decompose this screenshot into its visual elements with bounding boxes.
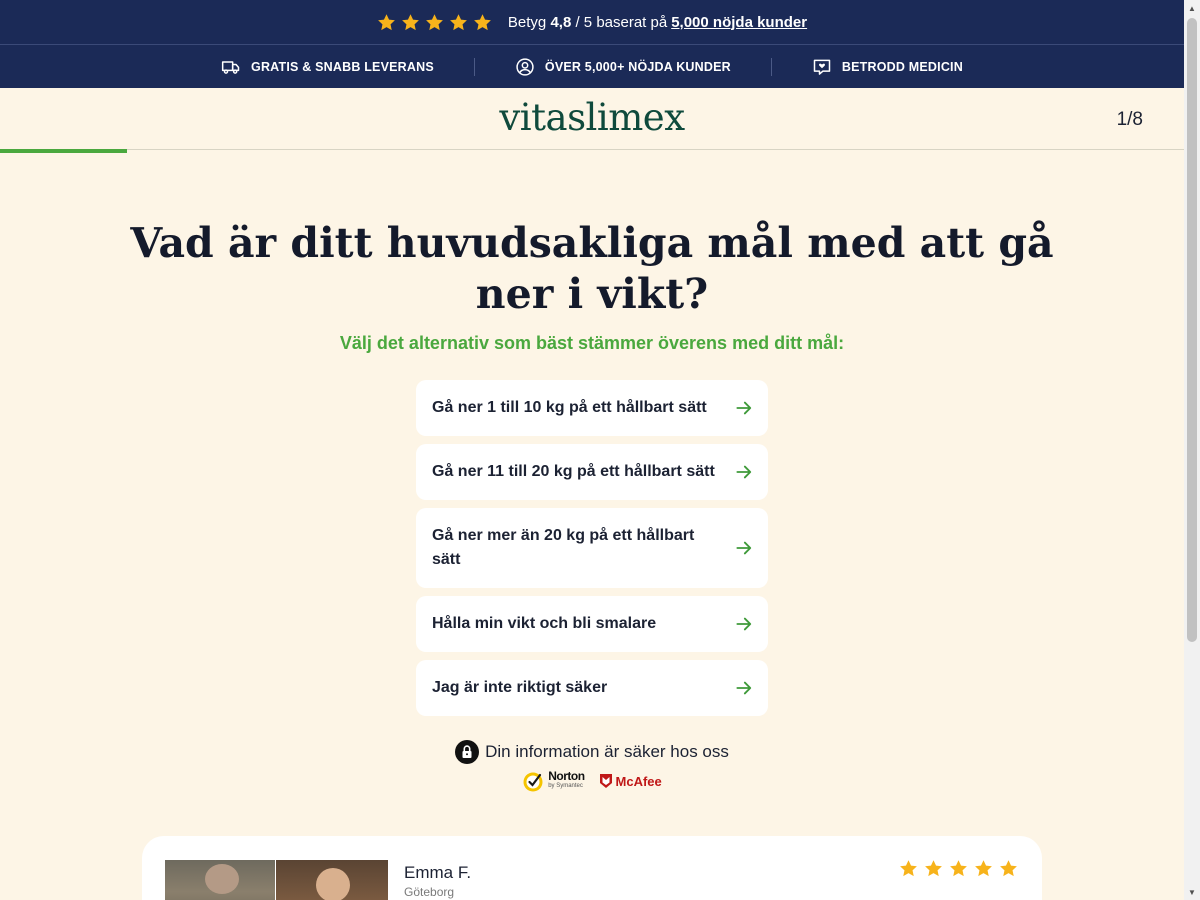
answer-options: Gå ner 1 till 10 kg på ett hållbart sätt… (416, 380, 768, 716)
customers-link[interactable]: 5,000 nöjda kunder (671, 14, 807, 31)
user-circle-icon (516, 57, 534, 76)
feature-customers-label: ÖVER 5,000+ NÖJDA KUNDER (544, 59, 731, 74)
option-label: Jag är inte riktigt säker (432, 679, 608, 696)
star-icon (975, 860, 992, 877)
scroll-down-arrow-icon[interactable]: ▼ (1184, 884, 1200, 900)
scrollbar[interactable]: ▲ ▼ (1184, 0, 1200, 900)
truck-icon (221, 60, 240, 74)
rating-score: 4,8 (550, 13, 572, 31)
star-icon (378, 13, 395, 30)
heart-message-icon (813, 59, 831, 75)
feature-medicine-label: BETRODD MEDICIN (841, 59, 963, 74)
trust-badges: Norton by Symantec McAfee (0, 769, 1184, 793)
option-label: Gå ner 11 till 20 kg på ett hållbart sät… (432, 463, 715, 480)
feature-separator (770, 57, 772, 76)
star-icon (402, 13, 419, 30)
star-icon (426, 13, 443, 30)
norton-badge: Norton by Symantec (522, 769, 585, 793)
norton-text: Norton by Symantec (548, 769, 585, 791)
security-notice: Din information är säker hos oss (0, 740, 1184, 764)
lock-icon (455, 740, 480, 764)
features-bar: GRATIS & SNABB LEVERANS ÖVER 5,000+ NÖJD… (0, 45, 1184, 88)
progress-bar (0, 149, 127, 153)
rating-suffix: / 5 baserat på (575, 13, 668, 31)
option-11-20kg[interactable]: Gå ner 11 till 20 kg på ett hållbart sät… (416, 444, 768, 500)
scroll-up-arrow-icon[interactable]: ▲ (1184, 0, 1200, 16)
norton-sub: by Symantec (548, 783, 583, 789)
reviewer-city: Göteborg (404, 885, 455, 899)
review-stars (899, 859, 1018, 878)
option-1-10kg[interactable]: Gå ner 1 till 10 kg på ett hållbart sätt (416, 380, 768, 436)
question-title: Vad är ditt huvudsakliga mål med att gå … (130, 219, 1054, 318)
logo[interactable]: vitaslimex (0, 96, 1184, 139)
feature-delivery: GRATIS & SNABB LEVERANS (221, 57, 434, 77)
mcafee-name: McAfee (615, 773, 662, 789)
arrow-right-icon (736, 541, 752, 555)
question-subtitle: Välj det alternativ som bäst stämmer öve… (339, 333, 845, 353)
rating-text: Betyg 4,8 / 5 baserat på (508, 14, 667, 31)
option-label: Gå ner 1 till 10 kg på ett hållbart sätt (432, 399, 707, 416)
mcafee-shield-icon (599, 774, 612, 788)
arrow-right-icon (736, 617, 752, 631)
arrow-right-icon (736, 465, 752, 479)
star-icon (474, 13, 491, 30)
review-card: Emma F. Göteborg (142, 836, 1042, 900)
option-label: Gå ner mer än 20 kg på ett hållbart sätt (432, 527, 695, 568)
star-icon (450, 13, 467, 30)
rating-prefix: Betyg (507, 13, 547, 31)
rating-bar: Betyg 4,8 / 5 baserat på 5,000 nöjda kun… (0, 0, 1184, 44)
option-not-sure[interactable]: Jag är inte riktigt säker (416, 660, 768, 716)
feature-medicine: BETRODD MEDICIN (812, 57, 963, 77)
arrow-right-icon (736, 681, 752, 695)
norton-check-icon (523, 772, 543, 792)
feature-customers: ÖVER 5,000+ NÖJDA KUNDER (515, 57, 731, 77)
option-over-20kg[interactable]: Gå ner mer än 20 kg på ett hållbart sätt (416, 508, 768, 588)
option-maintain-weight[interactable]: Hålla min vikt och bli smalare (416, 596, 768, 652)
reviewer-name: Emma F. (404, 863, 472, 882)
rating-stars (377, 13, 492, 32)
feature-delivery-label: GRATIS & SNABB LEVERANS (251, 59, 434, 74)
star-icon (925, 860, 942, 877)
star-icon (900, 860, 917, 877)
star-icon (1000, 860, 1017, 877)
before-photo (165, 860, 275, 900)
scroll-thumb[interactable] (1187, 18, 1197, 642)
security-text: Din information är säker hos oss (485, 742, 729, 761)
star-icon (950, 860, 967, 877)
feature-separator (473, 57, 475, 76)
mcafee-badge: McAfee (599, 773, 662, 789)
after-photo (276, 860, 388, 900)
option-label: Hålla min vikt och bli smalare (432, 615, 657, 632)
arrow-right-icon (736, 401, 752, 415)
step-counter: 1/8 (1116, 109, 1143, 130)
norton-name: Norton (548, 769, 585, 783)
site-header: vitaslimex 1/8 (0, 88, 1184, 150)
